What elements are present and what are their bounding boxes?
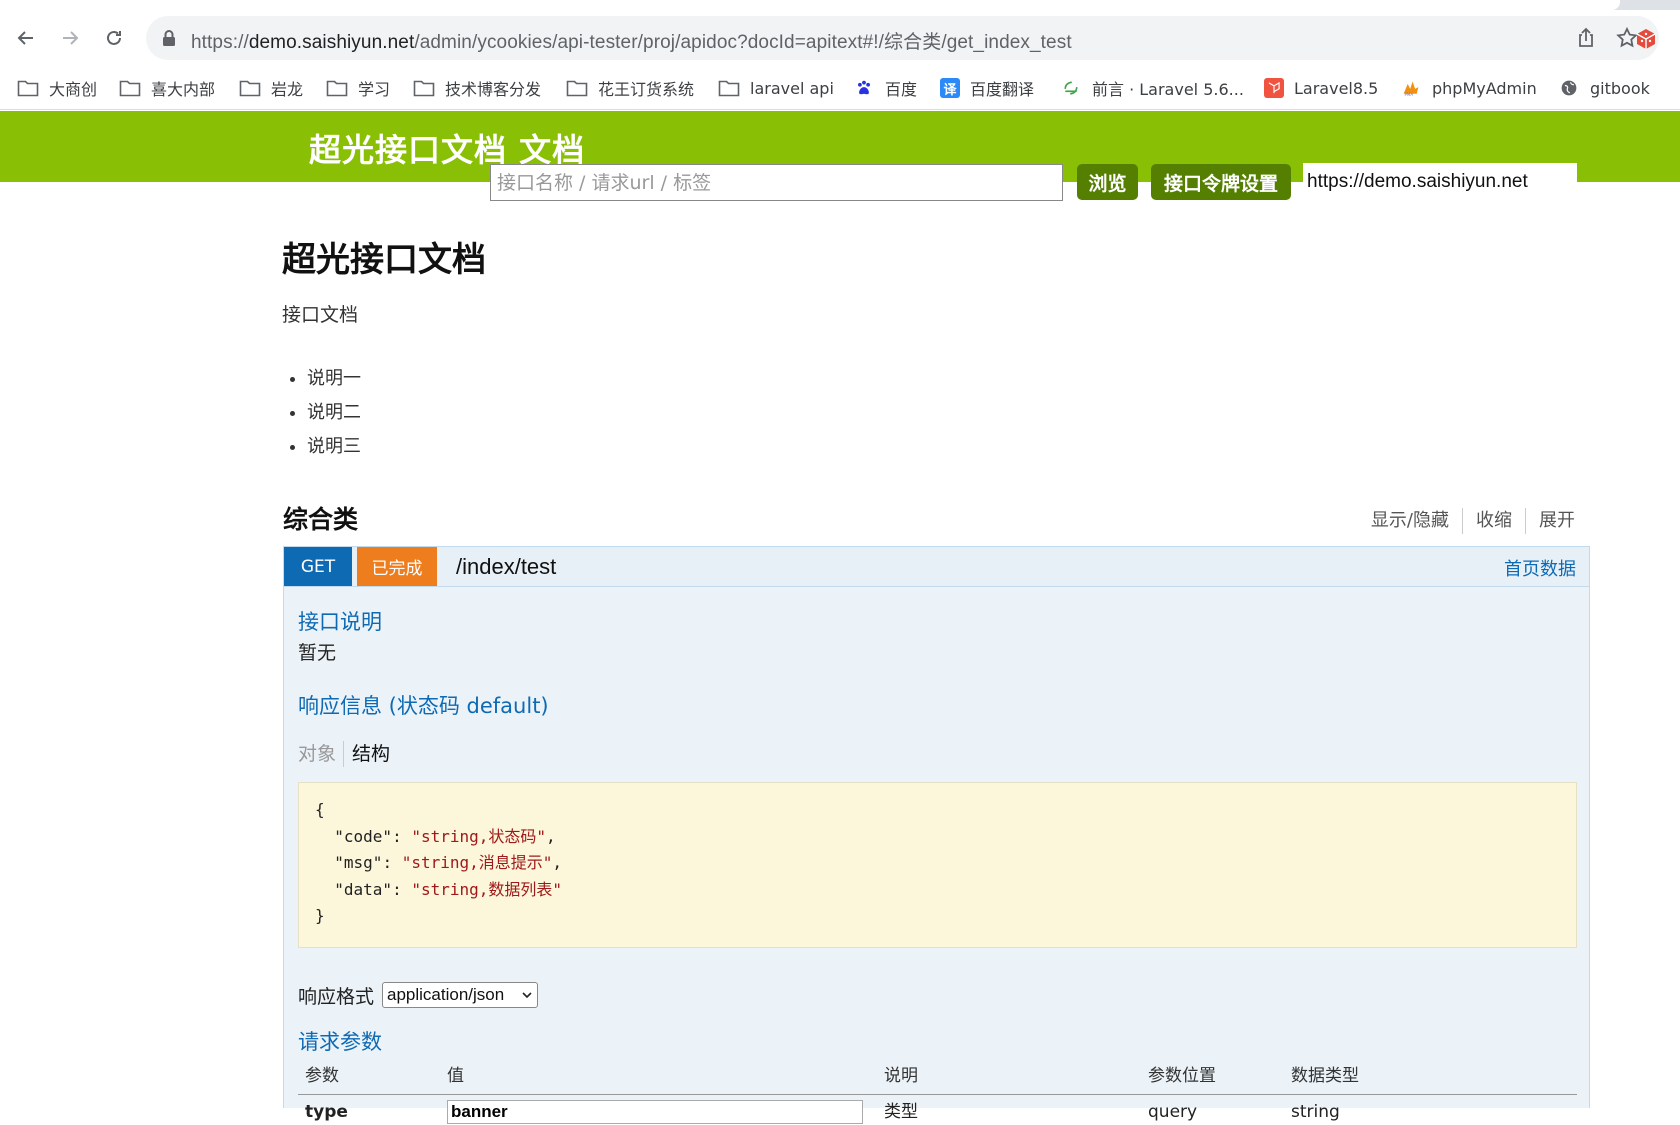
address-bar[interactable]: https://demo.saishiyun.net/admin/ycookie… [146, 16, 1659, 60]
status-badge: 已完成 [357, 547, 437, 586]
laravel-docs-icon [1060, 78, 1082, 98]
list-item: 说明一 [307, 364, 361, 398]
param-value-input[interactable] [447, 1100, 863, 1124]
bookmarks-bar: 大商创 喜大内部 岩龙 学习 技术博客分发 花王订货系统 laravel api… [0, 66, 1680, 110]
doc-description: 接口文档 [282, 304, 359, 326]
operation-content: 接口说明 暂无 响应信息 (状态码 default) 对象 结构 { "code… [283, 587, 1590, 1124]
browser-toolbar: https://demo.saishiyun.net/admin/ycookie… [0, 10, 1680, 66]
operation-summary[interactable]: 首页数据 [1504, 555, 1576, 581]
chevron-down-icon [522, 992, 532, 999]
share-icon[interactable] [1575, 27, 1597, 49]
response-format-select[interactable]: application/json [382, 982, 538, 1008]
translate-icon: 译 [940, 78, 960, 98]
param-name: type [305, 1102, 348, 1122]
bookmark-link[interactable]: Laravel8.5 [1264, 74, 1378, 102]
folder-icon [566, 78, 588, 98]
bookmark-folder[interactable]: 花王订货系统 [566, 74, 694, 102]
bookmark-folder[interactable]: 喜大内部 [119, 74, 215, 102]
response-tabs: 对象 结构 [298, 741, 397, 767]
param-description: 类型 [884, 1102, 918, 1122]
base-url-input[interactable] [1303, 163, 1577, 201]
param-type: string [1291, 1102, 1340, 1122]
active-tab[interactable] [0, 0, 1620, 10]
reload-button[interactable] [98, 22, 130, 54]
operation-path[interactable]: /index/test [456, 554, 556, 580]
folder-icon [326, 78, 348, 98]
url-text: https://demo.saishiyun.net/admin/ycookie… [191, 32, 1072, 53]
bookmark-folder[interactable]: 大商创 [17, 74, 97, 102]
app-header: 超光接口文档 文档 浏览 接口令牌设置 [0, 111, 1680, 201]
collapse-link[interactable]: 收缩 [1463, 508, 1526, 534]
response-format-label: 响应格式 [298, 986, 375, 1008]
folder-icon [239, 78, 261, 98]
bookmark-folder[interactable]: 岩龙 [239, 74, 303, 102]
table-row: type 类型 query string [298, 1095, 1577, 1125]
arrow-left-icon [17, 31, 33, 45]
bookmark-folder[interactable]: 学习 [326, 74, 390, 102]
reload-icon [107, 30, 121, 45]
description-heading: 接口说明 [298, 610, 382, 634]
list-item: 说明三 [307, 432, 361, 466]
response-heading: 响应信息 (状态码 default) [298, 694, 549, 718]
resource-actions: 显示/隐藏 收缩 展开 [1358, 508, 1575, 534]
baidu-icon [853, 78, 875, 98]
toggle-show-hide-link[interactable]: 显示/隐藏 [1358, 508, 1463, 534]
response-code-block: { "code": "string,状态码", "msg": "string,消… [298, 782, 1577, 948]
explore-button[interactable]: 浏览 [1077, 164, 1138, 200]
search-input[interactable] [490, 164, 1063, 201]
params-heading: 请求参数 [298, 1030, 382, 1054]
tab-object[interactable]: 对象 [298, 741, 345, 767]
folder-icon [413, 78, 435, 98]
bookmark-folder[interactable]: laravel api [718, 74, 834, 102]
extension-cube-icon[interactable] [1634, 27, 1658, 51]
operation-heading[interactable]: GET 已完成 /index/test 首页数据 [283, 546, 1590, 587]
globe-icon [1558, 78, 1580, 98]
list-item: 说明二 [307, 398, 361, 432]
svg-text:PMA: PMA [1404, 92, 1413, 97]
bookmark-link[interactable]: 译百度翻译 [940, 74, 1034, 102]
bookmark-link[interactable]: 百度 [853, 74, 917, 102]
arrow-right-icon [63, 31, 79, 45]
folder-icon [718, 78, 740, 98]
back-button[interactable] [10, 22, 42, 54]
token-settings-button[interactable]: 接口令牌设置 [1151, 164, 1291, 200]
bookmark-link[interactable]: 前言 · Laravel 5.6... [1060, 74, 1244, 102]
folder-icon [119, 78, 141, 98]
bookmark-folder[interactable]: 技术博客分发 [413, 74, 541, 102]
table-header: 参数 值 说明 参数位置 数据类型 [298, 1062, 1577, 1095]
forward-button[interactable] [54, 22, 86, 54]
tab-strip [0, 0, 1680, 10]
http-method-badge[interactable]: GET [284, 547, 352, 586]
expand-link[interactable]: 展开 [1526, 508, 1575, 534]
laravel-icon [1264, 78, 1284, 98]
params-table: 参数 值 说明 参数位置 数据类型 type 类型 query string [298, 1062, 1577, 1125]
doc-title: 超光接口文档 [282, 240, 486, 280]
tab-structure[interactable]: 结构 [344, 741, 397, 767]
phpmyadmin-icon: PMA [1400, 78, 1422, 98]
description-text: 暂无 [298, 642, 337, 664]
resource-title[interactable]: 综合类 [283, 500, 358, 536]
notes-list: 说明一 说明二 说明三 [307, 364, 361, 466]
bookmark-link[interactable]: gitbook [1558, 74, 1650, 102]
lock-icon [163, 30, 175, 46]
folder-icon [17, 78, 39, 98]
bookmark-link[interactable]: PMA phpMyAdmin [1400, 74, 1537, 102]
param-location: query [1148, 1102, 1198, 1122]
